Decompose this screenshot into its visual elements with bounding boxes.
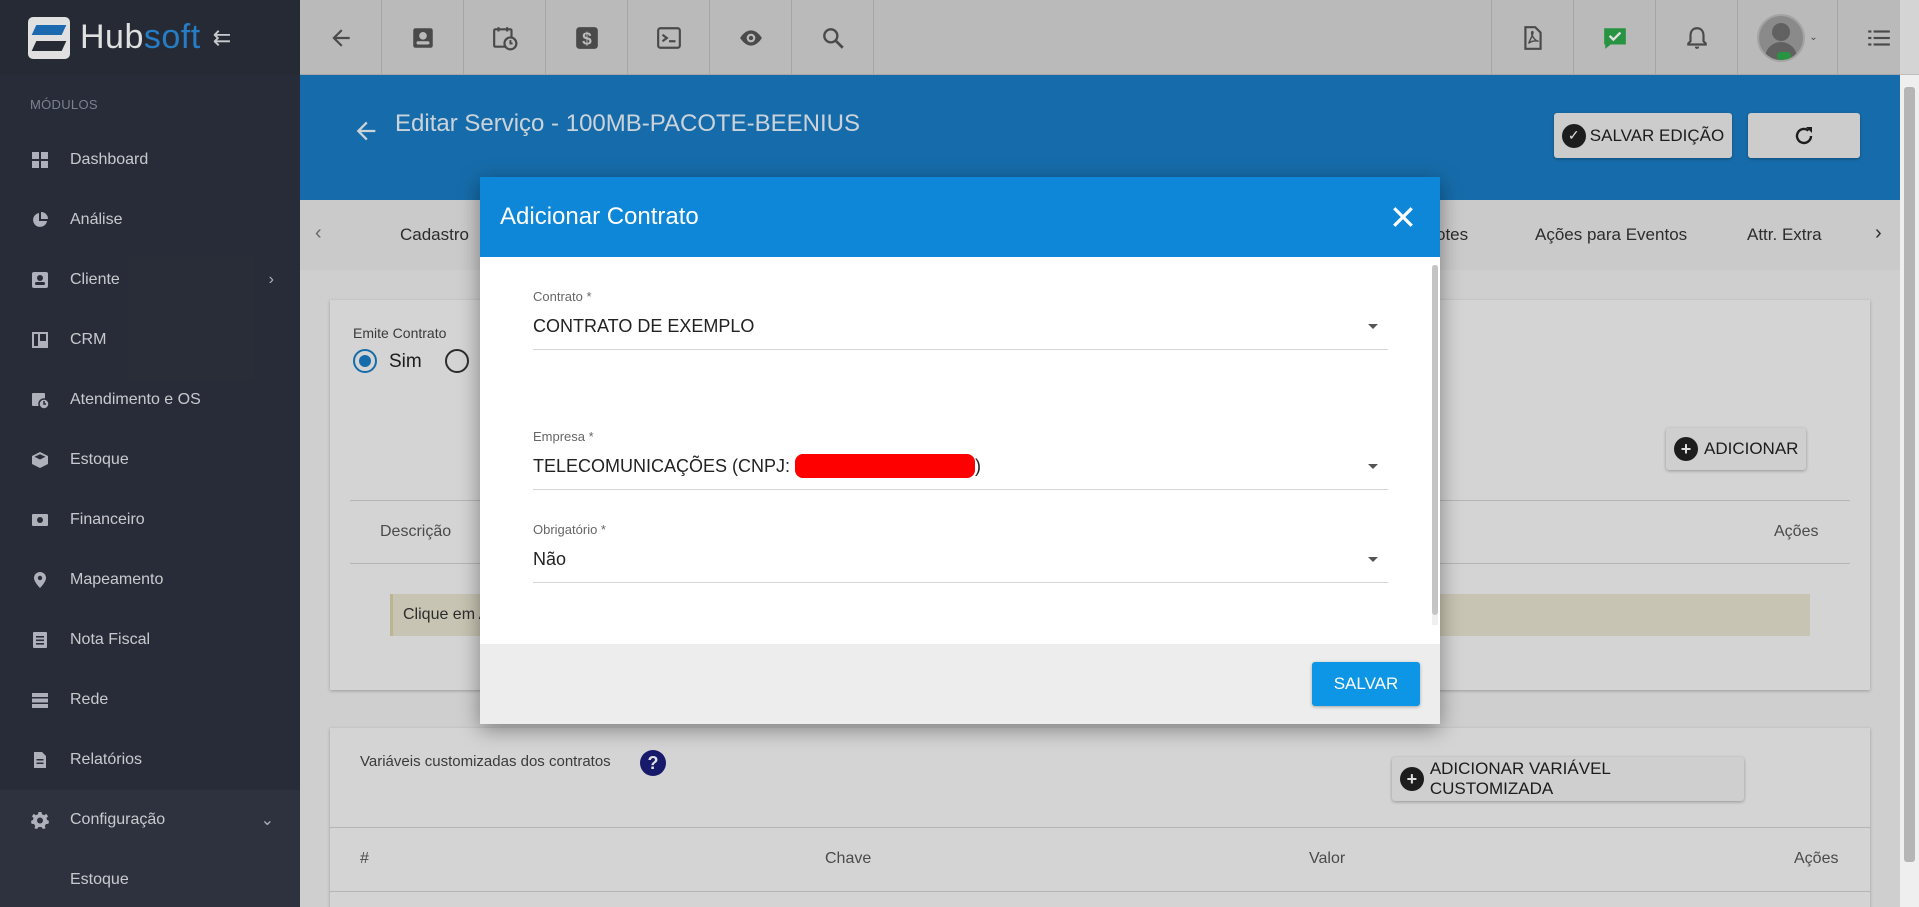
- empresa-select[interactable]: TELECOMUNICAÇÕES (CNPJ: ): [533, 453, 1388, 490]
- add-contract-modal: Adicionar Contrato Contrato * CONTRATO D…: [480, 177, 1440, 724]
- obrigatorio-value: Não: [533, 549, 567, 569]
- obrigatorio-select[interactable]: Não: [533, 549, 1388, 583]
- dropdown-caret-icon: [1368, 324, 1378, 329]
- modal-scrollbar-thumb[interactable]: [1432, 265, 1438, 615]
- modal-footer: SALVAR: [480, 644, 1440, 724]
- redacted-cnpj: [795, 453, 976, 478]
- contrato-label: Contrato *: [533, 289, 592, 304]
- dropdown-caret-icon: [1368, 557, 1378, 562]
- obrigatorio-field: Obrigatório * Não: [533, 522, 1388, 583]
- obrigatorio-label: Obrigatório *: [533, 522, 606, 537]
- modal-title: Adicionar Contrato: [500, 203, 699, 230]
- page-scrollbar[interactable]: [1900, 75, 1919, 907]
- empresa-value-prefix: TELECOMUNICAÇÕES (CNPJ:: [533, 456, 791, 476]
- dropdown-caret-icon: [1368, 464, 1378, 469]
- contrato-select[interactable]: CONTRATO DE EXEMPLO: [533, 316, 1388, 350]
- modal-body: Contrato * CONTRATO DE EXEMPLO Empresa *…: [480, 257, 1440, 644]
- empresa-label: Empresa *: [533, 429, 594, 444]
- close-icon[interactable]: [1388, 202, 1418, 232]
- modal-scrollbar[interactable]: [1432, 265, 1438, 625]
- scrollbar-thumb[interactable]: [1904, 87, 1915, 862]
- empresa-value-suffix: ): [975, 456, 982, 476]
- contrato-field: Contrato * CONTRATO DE EXEMPLO: [533, 289, 1388, 350]
- modal-header: Adicionar Contrato: [480, 177, 1440, 257]
- empresa-field: Empresa * TELECOMUNICAÇÕES (CNPJ: ): [533, 429, 1388, 490]
- contrato-value: CONTRATO DE EXEMPLO: [533, 316, 755, 336]
- save-button[interactable]: SALVAR: [1312, 662, 1420, 706]
